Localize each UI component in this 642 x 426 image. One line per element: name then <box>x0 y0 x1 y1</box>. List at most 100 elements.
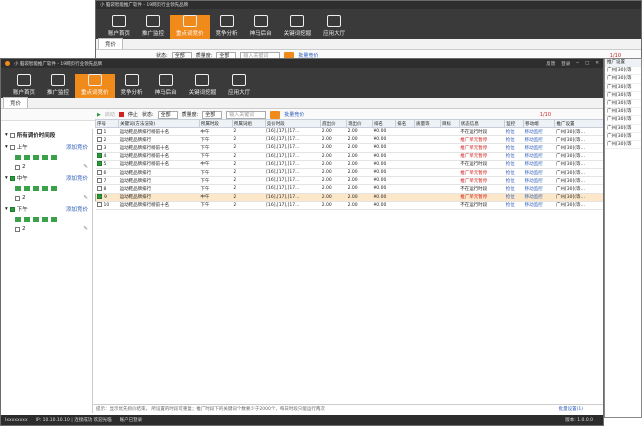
state-select[interactable]: 全部 <box>157 110 178 119</box>
column-header[interactable]: 目标 <box>439 119 460 128</box>
table-cell[interactable]: 移动监控 <box>523 168 555 178</box>
table-cell[interactable]: 抢位 <box>504 127 524 137</box>
table-cell[interactable]: 移动监控 <box>523 127 555 137</box>
quality-select[interactable]: 全部 <box>202 110 223 119</box>
day-pill[interactable] <box>24 155 30 160</box>
table-row[interactable]: 3 运动鞋品牌排行榜前十名 下午 2 [16],[17],[17… 2.00 2.00 ¥0.… <box>95 143 603 153</box>
count-checkbox[interactable] <box>15 226 20 232</box>
day-pill[interactable] <box>51 217 57 222</box>
table-cell[interactable]: 抢位 <box>504 135 524 145</box>
column-header[interactable]: 所属时段 <box>198 119 233 128</box>
table-cell[interactable]: 抢位 <box>504 168 524 178</box>
sidebar-group[interactable]: ▾ 上午 添加竞价 <box>1 141 92 153</box>
column-header[interactable]: 关键词(方法渲染) <box>118 119 200 128</box>
toolbar-pulse[interactable]: 推广监控 <box>41 74 75 98</box>
toolbar-home[interactable]: 账户首页 <box>7 74 41 98</box>
table-cell[interactable]: 移动监控 <box>523 176 555 186</box>
toolbar-grid[interactable]: 应用大厅 <box>222 74 256 98</box>
window-control[interactable]: ✕ <box>595 61 599 67</box>
group-checkbox[interactable] <box>9 175 15 181</box>
row-checkbox[interactable] <box>96 202 102 208</box>
table-row[interactable]: 10 运动鞋品牌排行榜前十名 下午 2 [16],[17],[17… 2.00 2.00 ¥0… <box>95 201 603 210</box>
table-cell[interactable]: 抢位 <box>504 152 524 161</box>
edit-icon[interactable]: ✎ <box>83 195 88 201</box>
day-pill[interactable] <box>51 155 57 160</box>
day-pill[interactable] <box>42 217 48 222</box>
toolbar-magnifier[interactable]: 关键词挖掘 <box>183 74 223 98</box>
window-control[interactable]: 反馈 <box>546 61 555 67</box>
table-cell[interactable]: 抢位 <box>504 184 524 194</box>
row-checkbox[interactable] <box>96 161 102 167</box>
expand-icon[interactable]: ▾ <box>5 206 8 212</box>
bg-toolbar-pulse[interactable]: 推广监控 <box>136 15 170 39</box>
day-pill[interactable] <box>33 217 39 222</box>
column-header[interactable]: 监控 <box>504 119 525 128</box>
table-cell[interactable]: 移动监控 <box>523 143 555 153</box>
table-row[interactable]: 4 运动鞋品牌排行榜前十名 下午 2 [16],[17],[17… 2.00 2.00 ¥0.… <box>95 152 603 161</box>
expand-icon[interactable]: ▾ <box>5 144 8 150</box>
day-pill[interactable] <box>33 155 39 160</box>
table-cell[interactable]: 抢位 <box>504 160 524 169</box>
edit-icon[interactable]: ✎ <box>83 164 88 170</box>
toolbar-chart[interactable]: 竞争分析 <box>115 74 149 98</box>
bg-toolbar-magnifier[interactable]: 关键词挖掘 <box>278 15 318 39</box>
row-checkbox[interactable] <box>97 193 102 199</box>
start-icon[interactable]: ▶ <box>97 112 101 118</box>
table-cell[interactable]: 移动监控 <box>523 184 555 194</box>
column-header[interactable]: 所属词组 <box>231 119 266 128</box>
toolbar-bid[interactable]: 重点词竞价 <box>75 74 115 98</box>
edit-icon[interactable]: ✎ <box>83 226 88 232</box>
table-row[interactable]: 2 运动鞋品牌排行 下午 2 [16],[17],[17… 2.00 2.00 ¥0.00 推广… <box>95 135 603 145</box>
column-header[interactable]: 质量等 <box>414 119 441 128</box>
row-checkbox[interactable] <box>96 177 102 183</box>
day-pill[interactable] <box>42 186 48 191</box>
sidebar-root[interactable]: ▾ 所有调价时间段 <box>1 129 92 141</box>
search-button[interactable] <box>270 110 281 119</box>
bg-toolbar-grid[interactable]: 应用大厅 <box>317 15 351 39</box>
window-control[interactable]: ─ <box>576 61 579 67</box>
count-checkbox[interactable] <box>15 164 20 170</box>
sidebar-group[interactable]: ▾ 中午 添加竞价 <box>1 172 92 184</box>
table-cell[interactable]: 抢位 <box>504 176 524 186</box>
tip-link[interactable]: 批量设置(1) <box>559 406 603 412</box>
batch-bid-link[interactable]: 批量竞价 <box>284 111 304 118</box>
start-button[interactable]: 启动 <box>105 111 115 118</box>
bg-toolbar-bid[interactable]: 重点词竞价 <box>170 15 210 39</box>
table-cell[interactable]: 移动监控 <box>523 152 555 161</box>
add-bid-link[interactable]: 添加竞价 <box>66 205 88 213</box>
stop-icon[interactable] <box>118 112 124 117</box>
table-row[interactable]: 1 运动鞋品牌排行榜前十名 中午 2 [16],[17],[17… 2.00 2.00 ¥0.… <box>95 127 603 137</box>
table-cell[interactable]: 抢位 <box>504 193 524 202</box>
column-header[interactable]: 现出价 <box>346 119 373 128</box>
table-cell[interactable]: 移动监控 <box>523 201 555 210</box>
column-header[interactable]: 序号 <box>95 119 120 128</box>
toolbar-owl[interactable]: 神马后台 <box>149 74 183 98</box>
table-cell[interactable]: 抢位 <box>504 143 524 153</box>
day-pill[interactable] <box>24 217 30 222</box>
tab-bid[interactable]: 竞价 <box>3 97 29 108</box>
row-checkbox[interactable] <box>96 185 102 191</box>
stop-button[interactable]: 停止 <box>128 111 138 118</box>
root-checkbox[interactable] <box>9 132 15 138</box>
column-header[interactable]: 排名 <box>395 119 416 128</box>
sidebar-group[interactable]: ▾ 下午 添加竞价 <box>1 203 92 215</box>
bg-toolbar-home[interactable]: 账户首页 <box>102 15 136 39</box>
table-cell[interactable]: 抢位 <box>504 201 524 210</box>
table-cell[interactable]: 移动监控 <box>523 135 555 145</box>
group-checkbox[interactable] <box>9 144 15 150</box>
bg-toolbar-owl[interactable]: 神马后台 <box>244 15 278 39</box>
bg-tab-bid[interactable]: 竞价 <box>98 38 124 49</box>
table-row[interactable]: 5 运动鞋品牌排行榜前十名 中午 2 [16],[17],[17… 2.00 2.00 ¥0.… <box>95 160 603 169</box>
day-pill[interactable] <box>24 186 30 191</box>
column-header[interactable]: 状态信息 <box>458 119 506 128</box>
table-row[interactable]: 9 运动鞋品牌排行 中午 2 [16],[17],[17… 2.00 2.00 ¥0.00 推广… <box>95 193 603 202</box>
day-pill[interactable] <box>33 186 39 191</box>
window-control[interactable]: □ <box>585 61 589 67</box>
column-header[interactable]: 移动端 <box>523 119 556 128</box>
table-row[interactable]: 6 运动鞋品牌排行 下午 2 [16],[17],[17… 2.00 2.00 ¥0.00 推广… <box>95 168 603 178</box>
bg-toolbar-chart[interactable]: 竞争分析 <box>210 15 244 39</box>
row-checkbox[interactable] <box>96 128 102 134</box>
window-control[interactable]: 登录 <box>561 61 570 67</box>
search-input[interactable]: 输入关键词 <box>226 110 267 119</box>
add-bid-link[interactable]: 添加竞价 <box>66 174 88 182</box>
